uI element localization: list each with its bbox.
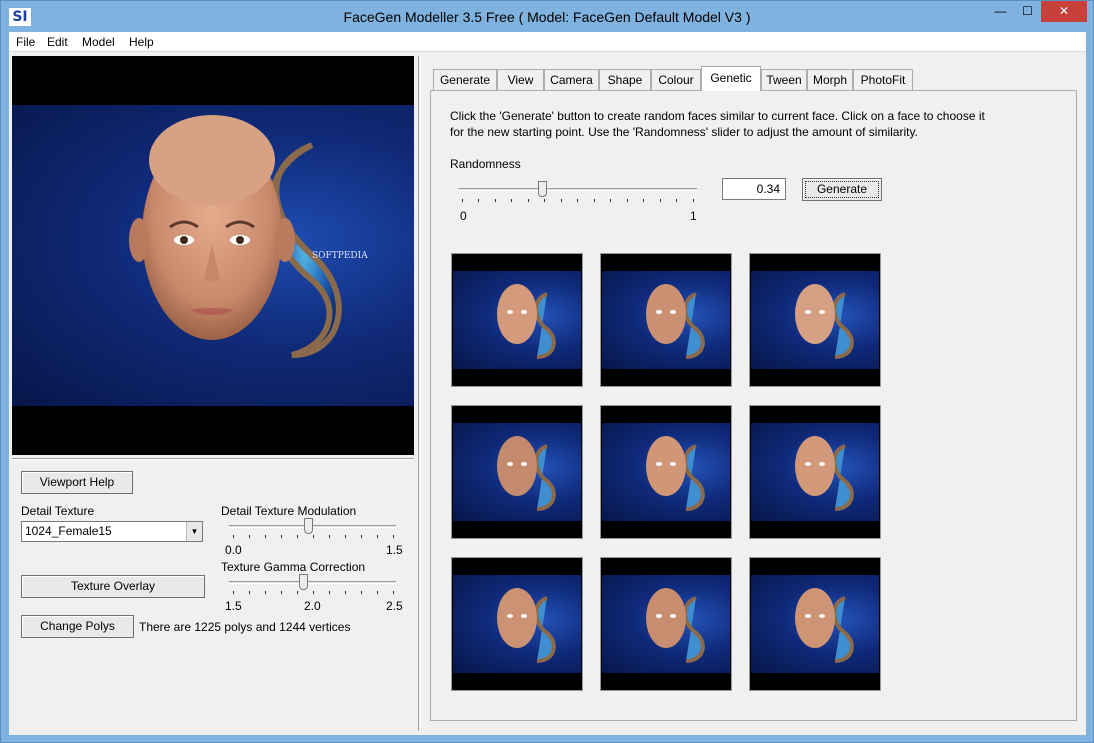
generated-face-1[interactable] [451,253,583,387]
detail-texture-label: Detail Texture [21,504,95,518]
maximize-icon[interactable]: ☐ [1014,1,1041,22]
generated-face-4[interactable] [451,405,583,539]
modulation-slider-thumb[interactable] [304,518,313,534]
modulation-label: Detail Texture Modulation [221,504,357,518]
instructions-line-1: Click the 'Generate' button to create ra… [450,109,985,123]
detail-texture-value: 1024_Female15 [25,524,112,538]
viewport-watermark: SOFTPEDIA [312,251,368,261]
generated-face-6[interactable] [749,405,881,539]
menu-model[interactable]: Model [82,35,115,49]
generated-face-5[interactable] [600,405,732,539]
tab-tween[interactable]: Tween [761,69,807,90]
gamma-max: 2.5 [386,599,403,613]
modulation-ticks [233,535,397,539]
gamma-ticks [233,591,397,595]
close-icon[interactable]: ✕ [1041,1,1087,22]
randomness-slider-thumb[interactable] [538,181,547,197]
randomness-value-field[interactable]: 0.34 [722,178,786,200]
randomness-slider-track[interactable] [458,188,697,191]
viewport-help-button[interactable]: Viewport Help [21,471,133,494]
window-title: FaceGen Modeller 3.5 Free ( Model: FaceG… [343,9,751,25]
gamma-slider-thumb[interactable] [299,574,308,590]
modulation-min: 0.0 [225,543,242,557]
randomness-max: 1 [690,209,697,223]
tab-camera[interactable]: Camera [544,69,599,90]
gamma-min: 1.5 [225,599,242,613]
poly-info: There are 1225 polys and 1244 vertices [139,620,351,634]
viewport-background: SOFTPEDIA [12,105,414,406]
tab-photofit[interactable]: PhotoFit [853,69,913,90]
menu-bar: File Edit Model Help [9,32,1086,52]
menu-help[interactable]: Help [129,35,154,49]
chevron-down-icon[interactable]: ▼ [186,522,202,541]
generated-face-3[interactable] [749,253,881,387]
generated-face-2[interactable] [600,253,732,387]
menu-file[interactable]: File [16,35,35,49]
randomness-min: 0 [460,209,467,223]
gamma-slider-track[interactable] [229,581,396,584]
client-area: SOFTPEDIA Viewport Help Detail Texture 1… [9,52,1086,735]
modulation-max: 1.5 [386,543,403,557]
app-window: SI FaceGen Modeller 3.5 Free ( Model: Fa… [0,0,1094,743]
genetic-panel: Click the 'Generate' button to create ra… [430,90,1077,721]
generated-face-7[interactable] [451,557,583,691]
generate-button[interactable]: Generate [802,178,882,201]
gamma-mid: 2.0 [304,599,321,613]
viewport-divider [12,458,414,460]
instructions-line-2: for the new starting point. Use the 'Ran… [450,125,918,139]
detail-texture-dropdown[interactable]: 1024_Female15 ▼ [21,521,203,542]
tab-generate[interactable]: Generate [433,69,497,90]
menu-edit[interactable]: Edit [47,35,68,49]
tab-shape[interactable]: Shape [599,69,651,90]
face-render: SOFTPEDIA [129,115,368,358]
gamma-label: Texture Gamma Correction [221,560,366,574]
texture-overlay-button[interactable]: Texture Overlay [21,575,205,598]
generated-face-8[interactable] [600,557,732,691]
generated-face-9[interactable] [749,557,881,691]
tab-colour[interactable]: Colour [651,69,701,90]
title-bar[interactable]: SI FaceGen Modeller 3.5 Free ( Model: Fa… [1,1,1093,32]
tab-morph[interactable]: Morph [807,69,853,90]
minimize-icon[interactable]: — [987,1,1014,22]
randomness-ticks [462,199,694,203]
randomness-label: Randomness [450,157,521,171]
face-viewport[interactable]: SOFTPEDIA [12,56,414,455]
tab-genetic[interactable]: Genetic [701,66,761,91]
pane-splitter[interactable] [418,56,421,731]
tab-view[interactable]: View [497,69,544,90]
change-polys-button[interactable]: Change Polys [21,615,134,638]
